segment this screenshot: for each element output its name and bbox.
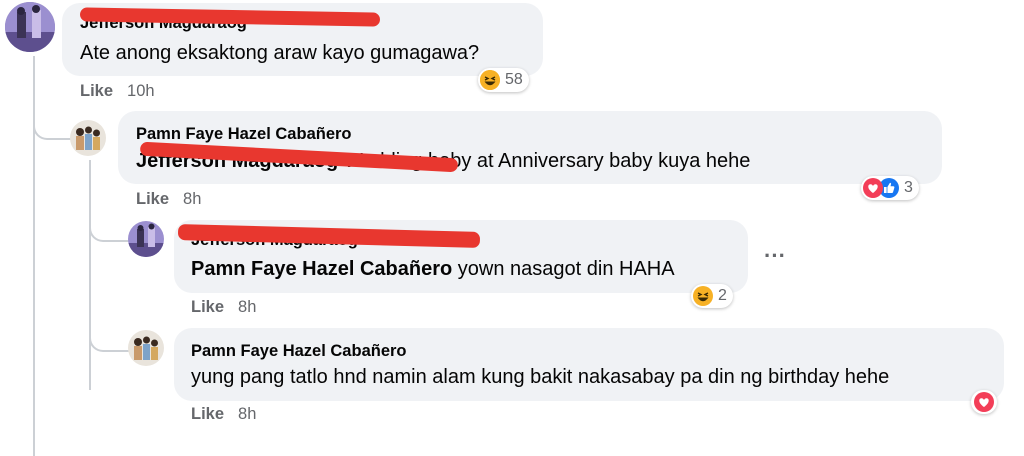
comment-author[interactable]: Pamn Faye Hazel Cabañero (191, 342, 407, 361)
comment-actions: Like 8h (191, 405, 256, 424)
comment-text: Ate anong eksaktong araw kayo gumagawa? (80, 42, 480, 64)
avatar[interactable] (128, 221, 164, 257)
avatar[interactable] (128, 330, 164, 366)
reaction-count: 58 (505, 71, 523, 88)
comment-text: yung pang tatlo hnd namin alam kung baki… (191, 366, 890, 388)
haha-icon (480, 70, 500, 90)
timestamp[interactable]: 8h (183, 190, 201, 208)
reaction-summary[interactable] (971, 390, 997, 414)
comment-author[interactable]: Pamn Faye Hazel Cabañero (136, 125, 352, 144)
avatar[interactable] (5, 2, 55, 52)
thread-line-reply (89, 160, 91, 390)
reaction-count: 3 (904, 179, 913, 196)
reaction-summary[interactable]: 3 (861, 176, 919, 200)
haha-icon (693, 286, 713, 306)
like-link[interactable]: Like (80, 82, 113, 100)
reaction-count: 2 (718, 287, 727, 304)
timestamp[interactable]: 8h (238, 405, 256, 423)
comment-actions: Like 10h (80, 82, 155, 101)
mention-link[interactable]: Pamn Faye Hazel Cabañero (191, 258, 452, 280)
like-link[interactable]: Like (136, 190, 169, 208)
comment-actions: Like 8h (191, 298, 256, 317)
love-icon (863, 178, 883, 198)
like-link[interactable]: Like (191, 298, 224, 316)
like-link[interactable]: Like (191, 405, 224, 423)
timestamp[interactable]: 10h (127, 82, 155, 100)
more-options-button[interactable]: ··· (764, 243, 786, 269)
comment-bubble (174, 328, 1004, 401)
thread-branch-1 (33, 110, 71, 140)
comment-actions: Like 8h (136, 190, 201, 209)
thread-branch-3 (89, 320, 129, 352)
timestamp[interactable]: 8h (238, 298, 256, 316)
reaction-summary[interactable]: 2 (691, 284, 733, 308)
avatar[interactable] (70, 120, 106, 156)
thread-branch-2 (89, 210, 129, 242)
comment-body: yown nasagot din HAHA (452, 258, 675, 280)
reaction-summary[interactable]: 58 (478, 68, 529, 92)
comment-text: Pamn Faye Hazel Cabañero yown nasagot di… (191, 258, 675, 281)
love-icon (974, 392, 994, 412)
